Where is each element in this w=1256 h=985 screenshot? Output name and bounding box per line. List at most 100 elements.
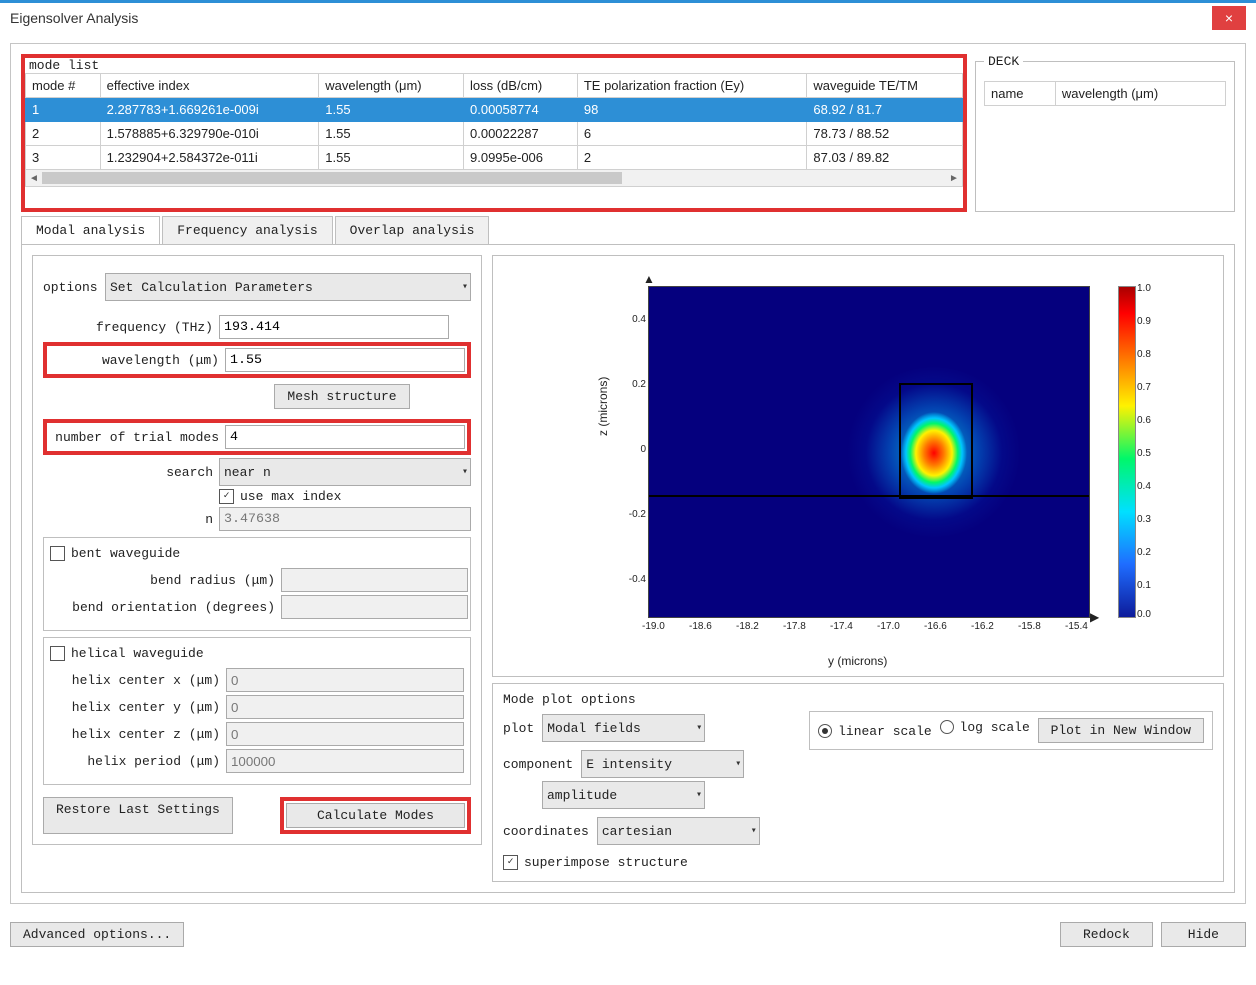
titlebar: Eigensolver Analysis × [0, 0, 1256, 33]
cell: 0.00022287 [464, 122, 578, 146]
col-neff[interactable]: effective index [100, 74, 319, 98]
col-loss[interactable]: loss (dB/cm) [464, 74, 578, 98]
col-te-fraction[interactable]: TE polarization fraction (Ey) [577, 74, 807, 98]
colorbar-tick: 1.0 [1137, 283, 1151, 294]
colorbar-tick: 0.5 [1137, 448, 1151, 459]
checkbox-icon: ✓ [219, 489, 234, 504]
radio-icon [940, 720, 954, 734]
use-max-index-checkbox[interactable]: ✓ use max index [219, 489, 341, 504]
bend-radius-label: bend radius (μm) [50, 573, 281, 588]
col-mode-num[interactable]: mode # [26, 74, 101, 98]
cell: 0.00058774 [464, 98, 578, 122]
table-row[interactable]: 2 1.578885+6.329790e-010i 1.55 0.0002228… [26, 122, 963, 146]
restore-last-settings-button[interactable]: Restore Last Settings [43, 797, 233, 834]
cell: 1.578885+6.329790e-010i [100, 122, 319, 146]
xtick: -19.0 [642, 621, 665, 632]
col-wg-tetm[interactable]: waveguide TE/TM [807, 74, 963, 98]
n-label: n [43, 512, 219, 527]
cell: 1.55 [319, 98, 464, 122]
mode-list-highlight: mode list mode # effective index wavelen… [21, 54, 967, 212]
bend-orientation-input [281, 595, 468, 619]
bend-radius-input [281, 568, 468, 592]
component-dropdown[interactable]: E intensity [581, 750, 744, 778]
table-row[interactable]: 1 2.287783+1.669261e-009i 1.55 0.0005877… [26, 98, 963, 122]
scroll-right-icon[interactable]: ► [946, 173, 962, 184]
y-axis-label: z (microns) [596, 377, 610, 436]
colorbar-tick: 0.9 [1137, 316, 1151, 327]
helix-z-input [226, 722, 464, 746]
amplitude-dropdown[interactable]: amplitude [542, 781, 705, 809]
frequency-label: frequency (THz) [43, 320, 219, 335]
deck-table[interactable]: name wavelength (μm) [984, 81, 1226, 106]
frequency-input[interactable] [219, 315, 449, 339]
log-scale-radio[interactable]: log scale [940, 720, 1030, 735]
cell: 98 [577, 98, 807, 122]
scroll-left-icon[interactable]: ◄ [26, 173, 42, 184]
deck-legend: DECK [984, 54, 1023, 69]
hide-button[interactable]: Hide [1161, 922, 1246, 947]
x-axis-label: y (microns) [828, 654, 887, 668]
deck-col-name[interactable]: name [985, 82, 1056, 106]
close-button[interactable]: × [1212, 6, 1246, 30]
ytick: -0.2 [624, 509, 646, 520]
search-label: search [43, 465, 219, 480]
xtick: -18.2 [736, 621, 759, 632]
mode-plot[interactable]: ▲ ▶ z (microns) y (microns) 0.4 0.2 0 -0… [492, 255, 1224, 677]
xtick: -17.0 [877, 621, 900, 632]
cell: 3 [26, 146, 101, 170]
plot-dropdown[interactable]: Modal fields [542, 714, 705, 742]
cell: 1 [26, 98, 101, 122]
mode-list-legend: mode list [25, 58, 103, 73]
mode-list-table[interactable]: mode # effective index wavelength (μm) l… [25, 73, 963, 170]
checkbox-icon: ✓ [503, 855, 518, 870]
helix-period-label: helix period (μm) [50, 754, 226, 769]
advanced-options-button[interactable]: Advanced options... [10, 922, 184, 947]
helix-x-label: helix center x (μm) [50, 673, 226, 688]
colorbar-tick: 0.2 [1137, 547, 1151, 558]
linear-scale-radio[interactable]: linear scale [818, 724, 932, 739]
component-label: component [503, 757, 573, 772]
helix-z-label: helix center z (μm) [50, 727, 226, 742]
horizontal-scrollbar[interactable]: ◄ ► [25, 170, 963, 187]
search-dropdown[interactable]: near n [219, 458, 471, 486]
window-title: Eigensolver Analysis [10, 10, 138, 26]
calculate-modes-button[interactable]: Calculate Modes [286, 803, 465, 828]
tab-modal-analysis[interactable]: Modal analysis [21, 216, 160, 244]
use-max-index-label: use max index [240, 489, 341, 504]
options-label: options [43, 280, 105, 295]
ytick: -0.4 [624, 574, 646, 585]
tab-overlap-analysis[interactable]: Overlap analysis [335, 216, 490, 244]
close-icon: × [1225, 10, 1233, 26]
cell: 68.92 / 81.7 [807, 98, 963, 122]
tab-frequency-analysis[interactable]: Frequency analysis [162, 216, 332, 244]
colorbar-tick: 0.0 [1137, 609, 1151, 620]
tabs-strip: Modal analysis Frequency analysis Overla… [21, 216, 1235, 244]
options-dropdown[interactable]: Set Calculation Parameters [105, 273, 471, 301]
wavelength-label: wavelength (μm) [49, 353, 225, 368]
redock-button[interactable]: Redock [1060, 922, 1153, 947]
colorbar-tick: 0.6 [1137, 415, 1151, 426]
xtick: -15.4 [1065, 621, 1088, 632]
plot-new-window-button[interactable]: Plot in New Window [1038, 718, 1204, 743]
col-wavelength[interactable]: wavelength (μm) [319, 74, 464, 98]
mesh-structure-button[interactable]: Mesh structure [274, 384, 409, 409]
linear-scale-label: linear scale [838, 724, 932, 739]
scroll-thumb[interactable] [42, 172, 622, 184]
wavelength-input[interactable] [225, 348, 465, 372]
cell: 2 [577, 146, 807, 170]
chart-area [648, 286, 1090, 618]
table-row[interactable]: 3 1.232904+2.584372e-011i 1.55 9.0995e-0… [26, 146, 963, 170]
radio-icon [818, 724, 832, 738]
bent-waveguide-checkbox[interactable]: bent waveguide [50, 546, 180, 561]
colorbar-tick: 0.4 [1137, 481, 1151, 492]
superimpose-label: superimpose structure [524, 855, 688, 870]
deck-col-wavelength[interactable]: wavelength (μm) [1055, 82, 1225, 106]
cell: 2 [26, 122, 101, 146]
ntrials-input[interactable] [225, 425, 465, 449]
helical-waveguide-checkbox[interactable]: helical waveguide [50, 646, 204, 661]
coords-label: coordinates [503, 824, 589, 839]
coords-dropdown[interactable]: cartesian [597, 817, 760, 845]
superimpose-checkbox[interactable]: ✓ superimpose structure [503, 855, 688, 870]
colorbar-tick: 0.8 [1137, 349, 1151, 360]
xtick: -16.6 [924, 621, 947, 632]
